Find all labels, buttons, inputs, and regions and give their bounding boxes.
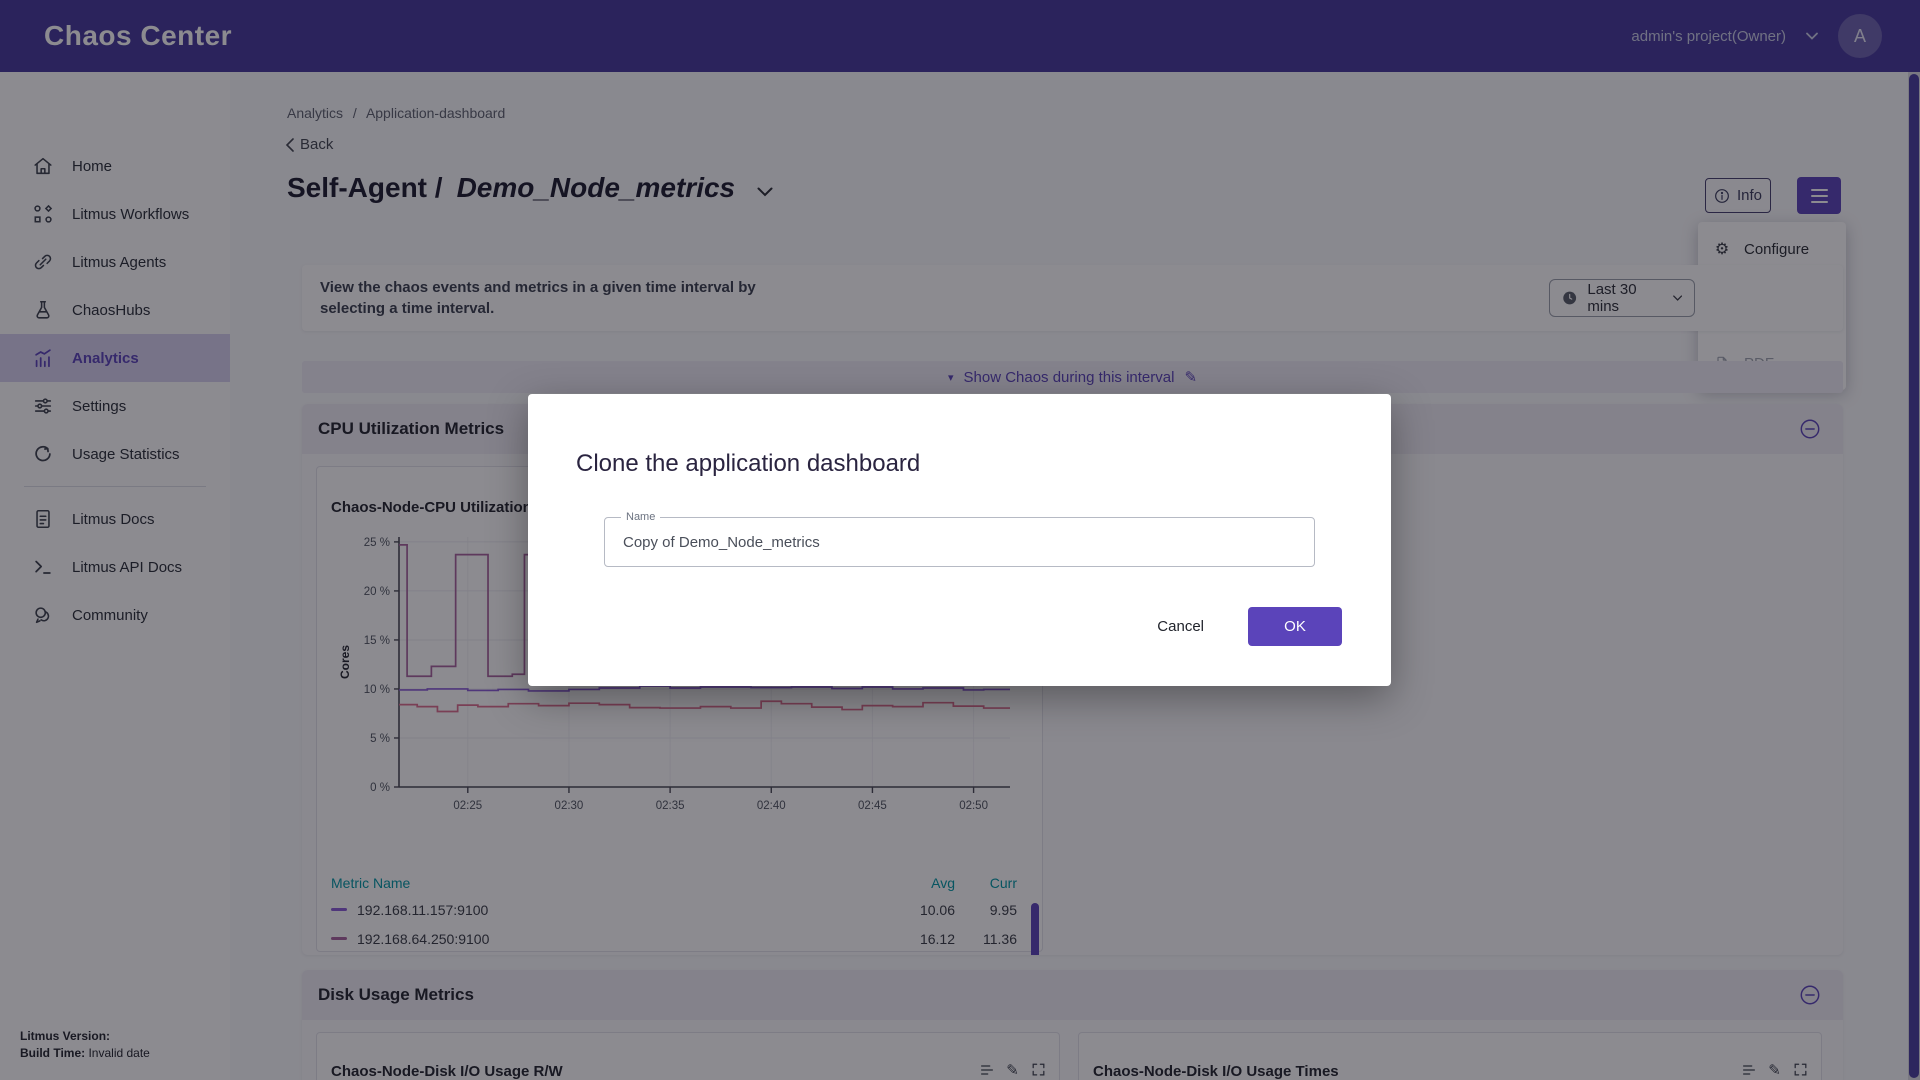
ok-button[interactable]: OK bbox=[1248, 607, 1342, 646]
name-input[interactable] bbox=[623, 518, 1283, 566]
modal-title: Clone the application dashboard bbox=[576, 450, 920, 478]
clone-dashboard-modal: Clone the application dashboard Name Can… bbox=[528, 394, 1391, 686]
cancel-button[interactable]: Cancel bbox=[1157, 618, 1204, 635]
name-field: Name bbox=[604, 517, 1315, 567]
